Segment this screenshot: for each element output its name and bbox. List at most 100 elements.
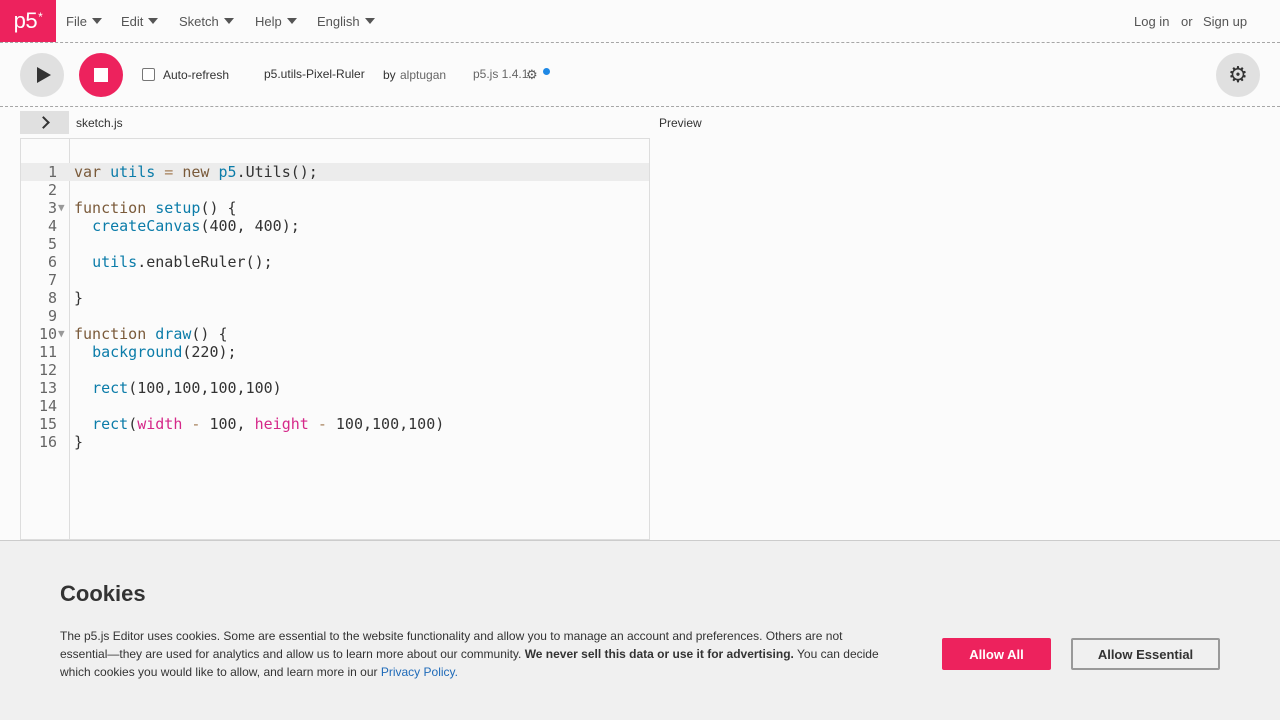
code-line[interactable]: 6 utils.enableRuler(); (21, 253, 649, 271)
caret-down-icon (148, 18, 159, 24)
cookie-title: Cookies (60, 581, 146, 606)
line-number: 12 (38, 361, 57, 379)
stop-button[interactable] (79, 53, 123, 97)
caret-down-icon (364, 18, 375, 24)
code-token: .enableRuler(); (137, 253, 273, 271)
notification-dot (543, 68, 550, 75)
line-number: 9 (47, 307, 57, 325)
menu-file[interactable]: File (66, 0, 102, 42)
code-token: .Utils(); (236, 163, 318, 181)
chevron-right-icon (36, 116, 50, 129)
line-number: 1 (47, 163, 57, 181)
sidebar-toggle-button[interactable] (20, 111, 69, 134)
code-token: () { (191, 325, 228, 343)
code-text: utils.enableRuler(); (74, 253, 273, 271)
code-editor[interactable]: 1 var utils = new p5.Utils(); 2 3 ▼ function … (20, 138, 650, 540)
code-line[interactable]: 8} (21, 289, 649, 307)
code-line[interactable]: 11 background(220); (21, 343, 649, 361)
allow-essential-button[interactable]: Allow Essential (1071, 638, 1220, 670)
code-token: - (182, 415, 210, 433)
code-token: function (74, 325, 156, 343)
sketch-name[interactable]: p5.utils-Pixel-Ruler (264, 67, 365, 81)
code-token: 100,100,100) (335, 415, 445, 433)
code-line[interactable]: 12 (21, 361, 649, 379)
privacy-policy-link[interactable]: Privacy Policy. (381, 665, 458, 679)
code-line[interactable]: 10 ▼ function draw() { (21, 325, 649, 343)
code-token: = (155, 163, 183, 181)
signup-link[interactable]: Sign up (1203, 0, 1247, 42)
menu-sketch[interactable]: Sketch (179, 0, 234, 42)
caret-down-icon (286, 18, 297, 24)
code-token: } (74, 433, 84, 451)
code-line[interactable]: 2 (21, 181, 649, 199)
gear-icon: ⚙ (1228, 62, 1248, 87)
line-number: 5 (47, 235, 57, 253)
top-nav: p5 * File Edit Sketch Help English Log in… (0, 0, 1280, 43)
code-text: function draw() { (74, 325, 228, 343)
menu-help[interactable]: Help (255, 0, 297, 42)
code-token: utils (110, 163, 156, 181)
p5-logo[interactable]: p5 * (0, 0, 56, 42)
line-number: 4 (47, 217, 57, 235)
line-number: 10 (38, 325, 57, 343)
code-lines[interactable]: 1 var utils = new p5.Utils(); 2 3 ▼ function … (21, 163, 649, 451)
code-line[interactable]: 5 (21, 235, 649, 253)
code-token: (400, 400); (200, 217, 300, 235)
code-text: } (74, 289, 83, 307)
menu-edit[interactable]: Edit (121, 0, 159, 42)
code-text: rect(100,100,100,100) (74, 379, 282, 397)
code-line[interactable]: 1 var utils = new p5.Utils(); (21, 163, 649, 181)
version-gear-icon[interactable]: ⚙ (526, 67, 538, 83)
cookie-banner: Cookies The p5.js Editor uses cookies. S… (0, 540, 1280, 720)
code-line[interactable]: 16} (21, 433, 649, 451)
code-token: - (308, 415, 336, 433)
stop-icon (94, 68, 108, 82)
code-text: function setup() { (74, 199, 237, 217)
auto-refresh-label[interactable]: Auto-refresh (163, 68, 229, 82)
caret-down-icon (223, 18, 234, 24)
code-line[interactable]: 7 (21, 271, 649, 289)
code-line[interactable]: 4 createCanvas(400, 400); (21, 217, 649, 235)
code-line[interactable]: 3 ▼ function setup() { (21, 199, 649, 217)
author-link[interactable]: alptugan (400, 68, 446, 82)
code-line[interactable]: 15 rect(width - 100, height - 100,100,10… (21, 415, 649, 433)
fold-triangle-icon[interactable]: ▼ (58, 199, 65, 217)
toolbar: Auto-refresh p5.utils-Pixel-Ruler by alp… (0, 43, 1280, 107)
code-text: rect(width - 100, height - 100,100,100) (74, 415, 444, 433)
login-link[interactable]: Log in (1134, 0, 1169, 42)
code-token: background (92, 343, 183, 361)
line-number: 6 (47, 253, 57, 271)
line-number: 3 (47, 199, 57, 217)
code-token: p5 (218, 163, 237, 181)
menu-language[interactable]: English (317, 0, 375, 42)
file-tab[interactable]: sketch.js (76, 116, 123, 130)
auto-refresh-checkbox[interactable] (142, 68, 155, 81)
code-token: rect (92, 379, 129, 397)
code-text: background(220); (74, 343, 237, 361)
code-line[interactable]: 14 (21, 397, 649, 415)
fold-triangle-icon[interactable]: ▼ (58, 325, 65, 343)
code-token: setup (155, 199, 201, 217)
code-line[interactable]: 9 (21, 307, 649, 325)
code-token: var (74, 163, 111, 181)
code-text: var utils = new p5.Utils(); (74, 163, 318, 181)
code-token: height (254, 415, 309, 433)
code-token: (100,100,100,100) (128, 379, 282, 397)
code-text: createCanvas(400, 400); (74, 217, 300, 235)
allow-all-button[interactable]: Allow All (942, 638, 1051, 670)
code-token: width (137, 415, 183, 433)
code-text: } (74, 433, 83, 451)
settings-button[interactable]: ⚙ (1216, 53, 1260, 97)
line-number: 13 (38, 379, 57, 397)
code-token: rect (92, 415, 129, 433)
caret-down-icon (91, 18, 102, 24)
preview-label: Preview (659, 116, 702, 130)
play-button[interactable] (20, 53, 64, 97)
code-token: utils (92, 253, 138, 271)
code-token: createCanvas (92, 217, 201, 235)
version-selector[interactable]: p5.js 1.4.1 (473, 67, 528, 81)
code-line[interactable]: 13 rect(100,100,100,100) (21, 379, 649, 397)
